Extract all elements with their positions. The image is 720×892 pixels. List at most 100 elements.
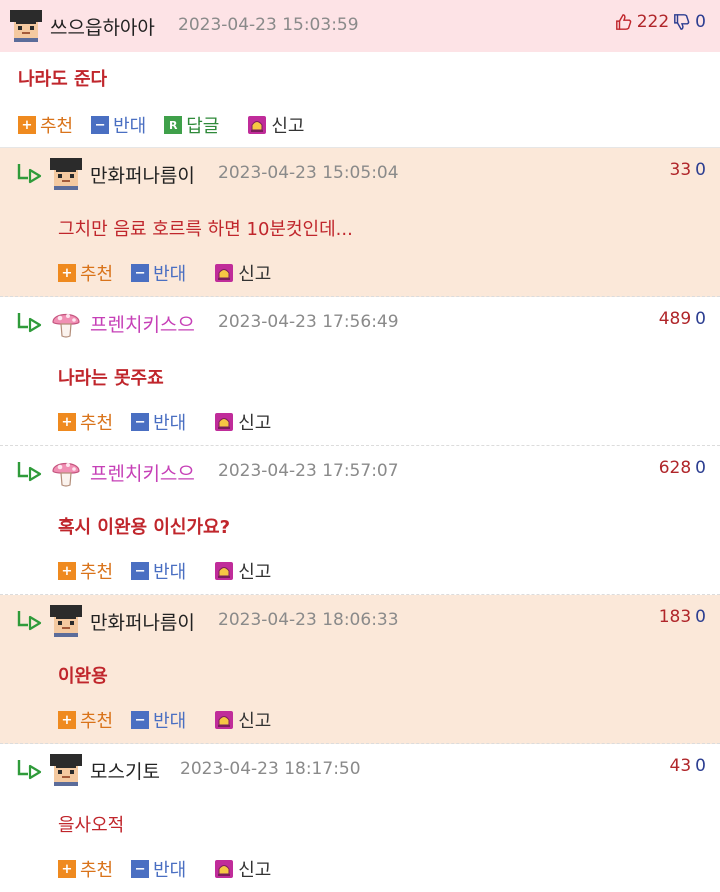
oppose-button[interactable]: − 반대 <box>131 707 186 733</box>
comment-actions: + 추천 − 반대 신고 <box>58 409 289 435</box>
reply-arrow-icon <box>16 311 42 333</box>
report-label: 신고 <box>238 413 272 434</box>
comment-header: 만화퍼나름이 2023-04-23 15:05:04 33 0 <box>0 148 720 200</box>
oppose-label: 반대 <box>153 860 187 881</box>
minus-icon: − <box>91 116 110 134</box>
vote-counts: 33 0 <box>670 160 706 180</box>
comment-text: 이완용 <box>58 666 108 687</box>
oppose-button[interactable]: − 반대 <box>131 558 186 584</box>
recommend-label: 추천 <box>80 562 114 583</box>
report-label: 신고 <box>238 562 272 583</box>
oppose-button[interactable]: − 반대 <box>131 260 186 286</box>
comment-actions: + 추천 − 반대 신고 <box>58 856 289 882</box>
comment-nickname[interactable]: 쓰으읍하아아 <box>50 13 155 40</box>
report-button[interactable]: 신고 <box>214 409 271 435</box>
vote-counts: 183 0 <box>659 607 706 627</box>
oppose-button[interactable]: − 반대 <box>131 409 186 435</box>
minus-icon: − <box>131 711 150 729</box>
recommend-button[interactable]: + 추천 <box>58 707 113 733</box>
oppose-button[interactable]: − 반대 <box>91 112 146 138</box>
downvote-count: 0 <box>695 756 706 776</box>
minus-icon: − <box>131 413 150 431</box>
comment-actions: + 추천 − 반대 R 답글 신고 <box>18 112 323 138</box>
comment-actions: + 추천 − 반대 신고 <box>58 558 289 584</box>
upvote-count: 222 <box>636 12 670 32</box>
reply-label: 답글 <box>186 116 220 137</box>
mushroom-icon[interactable] <box>50 456 82 488</box>
comment-text: 그치만 음료 호르륵 하면 10분컷인데... <box>58 219 353 240</box>
comment-nickname[interactable]: 만화퍼나름이 <box>90 608 195 635</box>
report-label: 신고 <box>238 264 272 285</box>
recommend-button[interactable]: + 추천 <box>58 856 113 882</box>
comment-date: 2023-04-23 15:05:04 <box>218 163 399 183</box>
comment-main: 쓰으읍하아아 2023-04-23 15:03:59 222 0 나라도 준다 … <box>0 0 720 148</box>
report-button[interactable]: 신고 <box>214 856 271 882</box>
upvote-count: 183 <box>658 607 692 627</box>
siren-icon <box>214 412 234 432</box>
reply-arrow-icon <box>16 758 42 780</box>
comment-reply: 프렌치키스으 2023-04-23 17:56:49 489 0 나라는 못주죠… <box>0 297 720 446</box>
reply-button[interactable]: R 답글 <box>164 112 219 138</box>
plus-icon: + <box>18 116 36 134</box>
comment-nickname[interactable]: 만화퍼나름이 <box>90 161 195 188</box>
report-button[interactable]: 신고 <box>214 707 271 733</box>
report-label: 신고 <box>238 711 272 732</box>
comment-text: 나라도 준다 <box>18 69 108 90</box>
report-button[interactable]: 신고 <box>214 260 271 286</box>
upvote-count: 43 <box>669 756 692 776</box>
minus-icon: − <box>131 562 150 580</box>
comment-text: 혹시 이완용 이신가요? <box>58 517 231 538</box>
report-button[interactable]: 신고 <box>247 112 305 138</box>
oppose-label: 반대 <box>113 116 147 137</box>
siren-icon <box>214 859 234 879</box>
comment-reply: 프렌치키스으 2023-04-23 17:57:07 628 0 혹시 이완용 … <box>0 446 720 595</box>
comment-header: 프렌치키스으 2023-04-23 17:56:49 489 0 <box>0 297 720 349</box>
recommend-label: 추천 <box>80 413 114 434</box>
comment-actions: + 추천 − 반대 신고 <box>58 707 289 733</box>
mushroom-icon[interactable] <box>50 307 82 339</box>
comment-header: 프렌치키스으 2023-04-23 17:57:07 628 0 <box>0 446 720 498</box>
downvote-count: 0 <box>695 607 706 627</box>
plus-icon: + <box>58 860 76 878</box>
recommend-button[interactable]: + 추천 <box>58 409 113 435</box>
r-icon: R <box>164 116 183 134</box>
pixel-face-icon[interactable] <box>50 754 82 786</box>
comment-header: 쓰으읍하아아 2023-04-23 15:03:59 222 0 <box>0 0 720 52</box>
comment-text: 을사오적 <box>58 815 125 836</box>
upvote-count: 33 <box>669 160 692 180</box>
oppose-button[interactable]: − 반대 <box>131 856 186 882</box>
oppose-label: 반대 <box>153 413 187 434</box>
plus-icon: + <box>58 711 76 729</box>
pixel-face-icon[interactable] <box>10 10 42 42</box>
comment-date: 2023-04-23 18:17:50 <box>180 759 361 779</box>
comment-date: 2023-04-23 17:57:07 <box>218 461 399 481</box>
comment-nickname[interactable]: 모스기토 <box>90 757 160 784</box>
downvote-count: 0 <box>695 309 706 329</box>
comment-reply: 만화퍼나름이 2023-04-23 15:05:04 33 0 그치만 음료 호… <box>0 148 720 297</box>
plus-icon: + <box>58 264 76 282</box>
recommend-button[interactable]: + 추천 <box>58 558 113 584</box>
minus-icon: − <box>131 264 150 282</box>
comment-nickname[interactable]: 프렌치키스으 <box>90 310 195 337</box>
comment-date: 2023-04-23 17:56:49 <box>218 312 399 332</box>
recommend-label: 추천 <box>80 711 114 732</box>
siren-icon <box>214 561 234 581</box>
report-label: 신고 <box>238 860 272 881</box>
vote-counts: 43 0 <box>670 756 706 776</box>
siren-icon <box>214 263 234 283</box>
pixel-face-icon[interactable] <box>50 158 82 190</box>
comment-nickname[interactable]: 프렌치키스으 <box>90 459 195 486</box>
vote-counts: 222 0 <box>615 12 706 32</box>
vote-counts: 628 0 <box>659 458 706 478</box>
reply-arrow-icon <box>16 162 42 184</box>
recommend-button[interactable]: + 추천 <box>18 112 73 138</box>
recommend-button[interactable]: + 추천 <box>58 260 113 286</box>
recommend-label: 추천 <box>80 860 114 881</box>
oppose-label: 반대 <box>153 264 187 285</box>
comment-header: 모스기토 2023-04-23 18:17:50 43 0 <box>0 744 720 796</box>
report-button[interactable]: 신고 <box>214 558 271 584</box>
reply-arrow-icon <box>16 609 42 631</box>
downvote-count: 0 <box>695 458 706 478</box>
thumbs-down-icon <box>673 13 691 31</box>
pixel-face-icon[interactable] <box>50 605 82 637</box>
